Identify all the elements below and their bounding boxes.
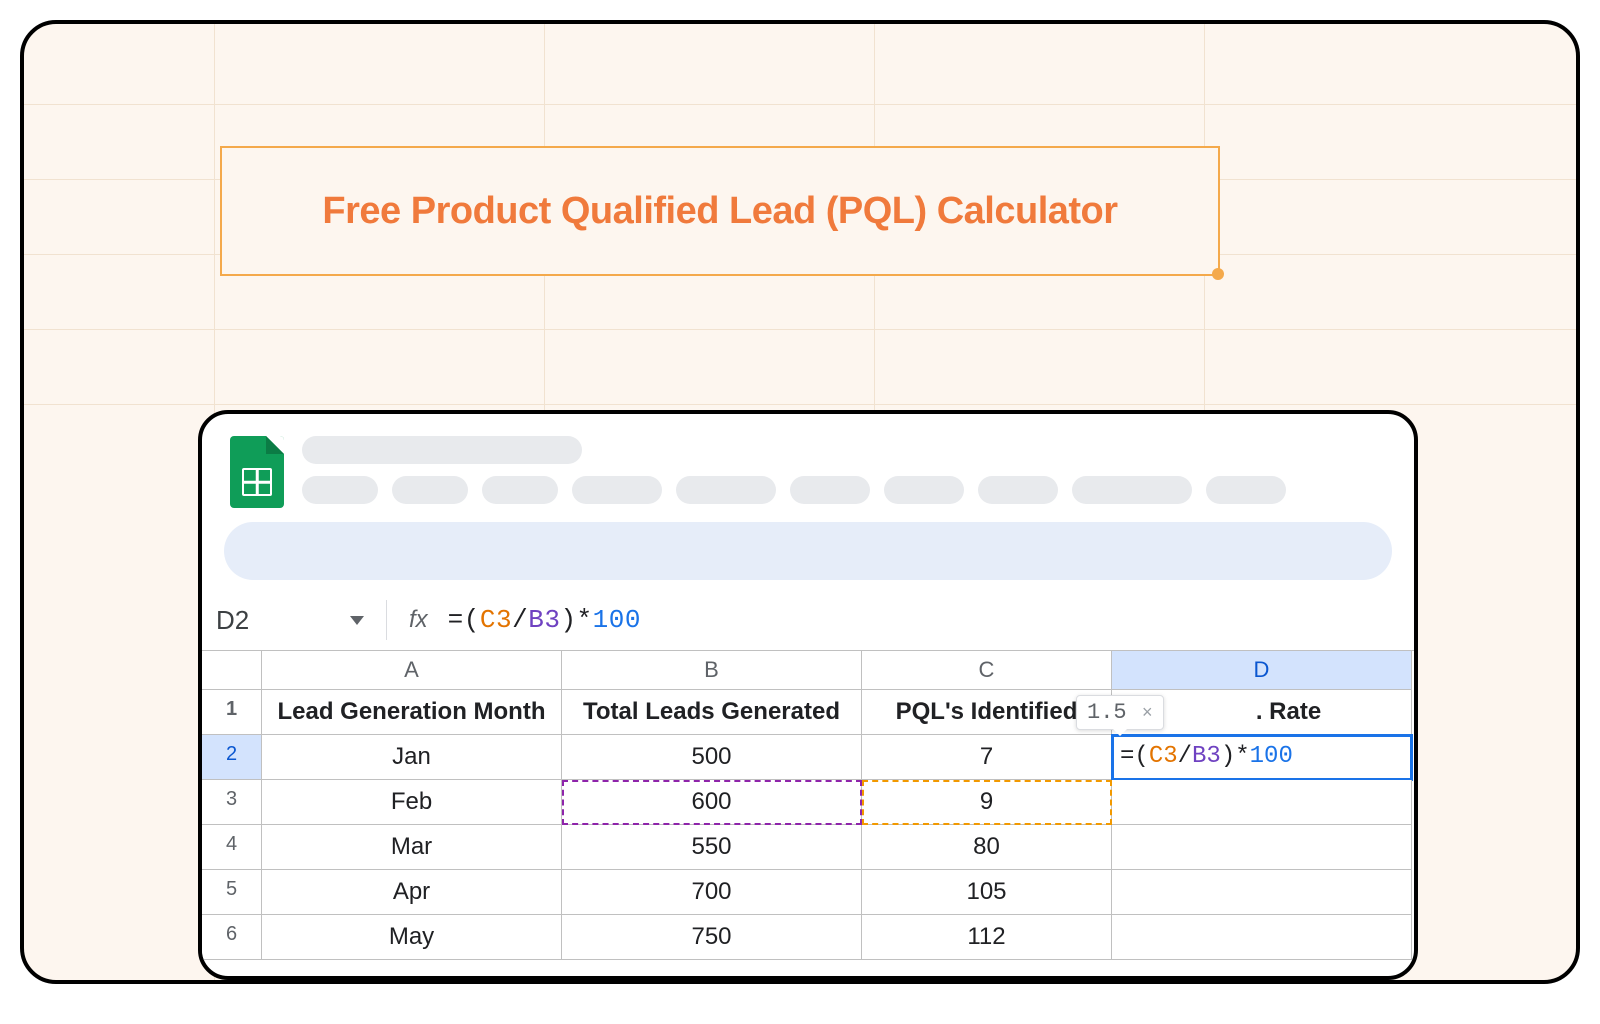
toolbar-skeleton — [224, 522, 1392, 580]
table-row[interactable]: 2 Jan 500 7 1.5 × =(C3/B3)*100 — [202, 735, 1414, 780]
row-number[interactable]: 5 — [202, 870, 262, 915]
cell[interactable]: Jan — [262, 735, 562, 780]
cell[interactable]: 80 — [862, 825, 1112, 870]
cell[interactable]: Mar — [262, 825, 562, 870]
cell[interactable] — [1112, 915, 1412, 960]
close-icon: × — [1142, 704, 1153, 724]
cell[interactable]: Apr — [262, 870, 562, 915]
formula-result-tooltip: 1.5 × — [1076, 695, 1164, 730]
row-number[interactable]: 3 — [202, 780, 262, 825]
column-headers[interactable]: A B C D — [202, 651, 1414, 690]
header-cell[interactable]: PQL's Identified — [862, 690, 1112, 735]
name-box[interactable]: D2 — [206, 605, 336, 636]
cell[interactable] — [1112, 780, 1412, 825]
header-skeleton — [302, 436, 1386, 504]
cell[interactable]: 500 — [562, 735, 862, 780]
cell[interactable]: 112 — [862, 915, 1112, 960]
divider — [386, 600, 387, 640]
chevron-down-icon[interactable] — [350, 616, 364, 625]
fx-icon: fx — [409, 606, 434, 634]
cell[interactable]: 7 — [862, 735, 1112, 780]
active-cell[interactable]: 1.5 × =(C3/B3)*100 — [1112, 735, 1412, 780]
spreadsheet[interactable]: A B C D 1 Lead Generation Month Total Le… — [202, 650, 1414, 960]
formula-input[interactable]: =(C3/B3)*100 — [448, 605, 641, 635]
col-header-d[interactable]: D — [1112, 651, 1412, 690]
table-row[interactable]: 1 Lead Generation Month Total Leads Gene… — [202, 690, 1414, 735]
sheets-window: D2 fx =(C3/B3)*100 A B C D 1 Lead Genera… — [198, 410, 1418, 980]
page-title: Free Product Qualified Lead (PQL) Calcul… — [322, 190, 1117, 233]
select-all-corner[interactable] — [202, 651, 262, 690]
row-number[interactable]: 2 — [202, 735, 262, 780]
sheets-header — [202, 414, 1414, 508]
cell[interactable]: 700 — [562, 870, 862, 915]
cell[interactable]: 600 — [562, 780, 862, 825]
title-banner: Free Product Qualified Lead (PQL) Calcul… — [220, 146, 1220, 276]
selection-handle[interactable] — [1212, 268, 1224, 280]
cell[interactable]: 9 — [862, 780, 1112, 825]
header-cell[interactable]: Lead Generation Month — [262, 690, 562, 735]
cell[interactable]: Feb — [262, 780, 562, 825]
col-header-b[interactable]: B — [562, 651, 862, 690]
row-number[interactable]: 1 — [202, 690, 262, 735]
formula-bar[interactable]: D2 fx =(C3/B3)*100 — [206, 580, 1414, 650]
table-row[interactable]: 6 May 750 112 — [202, 915, 1414, 960]
col-header-a[interactable]: A — [262, 651, 562, 690]
cell[interactable]: May — [262, 915, 562, 960]
table-row[interactable]: 3 Feb 600 9 — [202, 780, 1414, 825]
row-number[interactable]: 4 — [202, 825, 262, 870]
cell[interactable]: 750 — [562, 915, 862, 960]
cell[interactable] — [1112, 825, 1412, 870]
table-row[interactable]: 5 Apr 700 105 — [202, 870, 1414, 915]
col-header-c[interactable]: C — [862, 651, 1112, 690]
cell[interactable]: 105 — [862, 870, 1112, 915]
header-cell[interactable]: Total Leads Generated — [562, 690, 862, 735]
cell[interactable] — [1112, 870, 1412, 915]
row-number[interactable]: 6 — [202, 915, 262, 960]
table-row[interactable]: 4 Mar 550 80 — [202, 825, 1414, 870]
page-frame: Free Product Qualified Lead (PQL) Calcul… — [20, 20, 1580, 984]
cell[interactable]: 550 — [562, 825, 862, 870]
sheets-app-icon — [230, 436, 284, 508]
